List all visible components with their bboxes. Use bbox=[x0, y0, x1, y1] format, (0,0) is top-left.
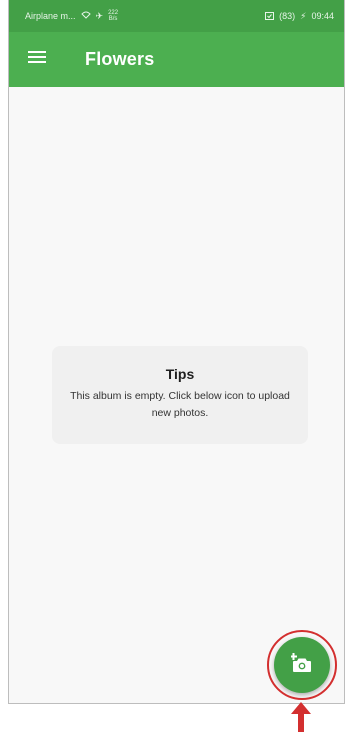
pointer-arrow-icon bbox=[289, 702, 313, 732]
alarm-icon bbox=[265, 11, 275, 22]
status-right: (83) ⚡ 09:44 bbox=[265, 11, 334, 22]
menu-button[interactable] bbox=[27, 50, 47, 70]
page-title: Flowers bbox=[85, 49, 155, 69]
battery-level: (83) bbox=[279, 11, 296, 21]
charging-icon: ⚡ bbox=[300, 10, 307, 21]
tips-message: This album is empty. Click below icon to… bbox=[70, 390, 290, 419]
status-bar: Airplane m... ✈ 222 B/s (83) ⚡ 09:44 bbox=[9, 0, 344, 32]
app-bar: Flowers bbox=[9, 32, 344, 87]
airplane-icon: ✈ bbox=[95, 10, 104, 21]
carrier-label: Airplane m... bbox=[25, 11, 76, 21]
wifi-icon bbox=[80, 11, 91, 21]
phone-screen: Airplane m... ✈ 222 B/s (83) ⚡ 09:44 Flo… bbox=[8, 0, 345, 704]
network-speed-unit: B/s bbox=[108, 16, 118, 22]
tips-title: Tips bbox=[165, 366, 195, 382]
hamburger-menu-icon bbox=[28, 50, 46, 69]
clock: 09:44 bbox=[311, 11, 334, 21]
status-left: Airplane m... ✈ 222 B/s bbox=[25, 10, 118, 22]
add-photo-button[interactable] bbox=[274, 637, 330, 693]
empty-album-tips-card: Tips This album is empty. Click below ic… bbox=[52, 346, 308, 444]
network-speed: 222 B/s bbox=[108, 10, 118, 22]
add-photo-icon bbox=[290, 652, 313, 678]
